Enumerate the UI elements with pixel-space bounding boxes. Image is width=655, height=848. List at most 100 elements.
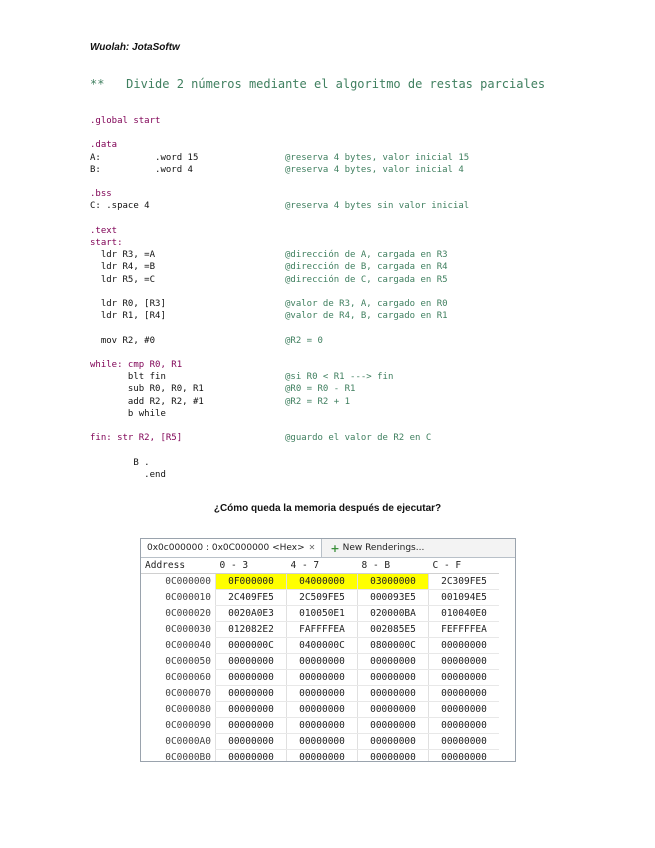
memory-cell[interactable]: 00000000 (286, 701, 358, 718)
memory-cell[interactable]: 0020A0E3 (215, 605, 287, 622)
address-cell: 0C000020 (165, 608, 211, 619)
memory-cell[interactable]: 00000000 (286, 653, 358, 670)
code-comment: @dirección de A, cargada en R3 (285, 250, 448, 261)
plus-icon: + (330, 541, 340, 555)
memory-cell[interactable]: 00000000 (428, 701, 499, 718)
memory-cell[interactable]: 0400000C (286, 637, 358, 654)
memory-cell[interactable]: 0800000C (357, 637, 429, 654)
memory-cell[interactable]: 04000000 (286, 573, 358, 590)
code-instruction: add R2, R2, #1 (90, 396, 204, 407)
memory-cell[interactable]: 00000000 (357, 701, 429, 718)
table-row: 0C000050 00000000 00000000 00000000 00000000 (141, 653, 499, 670)
memory-cell[interactable]: 00000000 (428, 653, 499, 670)
code-instruction: mov R2, #0 (90, 335, 156, 346)
memory-cell[interactable]: 2C409FE5 (215, 589, 287, 606)
memory-cell[interactable]: 00000000 (357, 669, 429, 686)
code-line: sub R0, R0, R1 @R0 = R0 - R1 (90, 383, 356, 395)
memory-cell[interactable]: 00000000 (215, 701, 287, 718)
memory-cell[interactable]: 00000000 (428, 717, 499, 734)
memory-cell[interactable]: 00000000 (428, 637, 499, 654)
code-comment: @dirección de C, cargada en R5 (285, 274, 448, 285)
memory-cell[interactable]: 00000000 (286, 717, 358, 734)
memory-cell[interactable]: 00000000 (428, 749, 499, 761)
memory-cell[interactable]: 0F000000 (215, 573, 287, 590)
code-instruction: A: .word 15 (90, 152, 199, 163)
memory-cell[interactable]: 00000000 (286, 749, 358, 761)
code-comment: @si R0 < R1 ---> fin (285, 372, 394, 383)
memory-cell[interactable]: 00000000 (428, 685, 499, 702)
code-instruction: while: cmp R0, R1 (90, 360, 183, 370)
memory-cell[interactable]: 00000000 (215, 717, 287, 734)
question-text: ¿Cómo queda la memoria después de ejecut… (213, 503, 442, 514)
memory-tab-bar: 0x0c000000 : 0x0C000000 <Hex> ✕ + New Re… (141, 539, 515, 558)
memory-cell[interactable]: FAFFFFEA (286, 621, 358, 638)
memory-cell[interactable]: 00000000 (428, 733, 499, 750)
memory-cell[interactable]: 010050E1 (286, 605, 358, 622)
close-icon[interactable]: ✕ (309, 539, 316, 557)
memory-cell[interactable]: 00000000 (286, 733, 358, 750)
code-line: ldr R0, [R3] @valor de R3, A, cargado en … (90, 298, 448, 310)
code-line: .global start (90, 115, 160, 127)
memory-table: Address 0 - 3 4 - 7 8 - B C - F 0C000000… (141, 558, 499, 761)
memory-cell[interactable]: 00000000 (357, 749, 429, 761)
code-line: .bss (90, 188, 112, 200)
code-comment: @reserva 4 bytes, valor inicial 15 (285, 152, 470, 163)
code-comment: @R2 = R2 + 1 (285, 396, 351, 407)
table-row: 0C000060 00000000 00000000 00000000 00000000 (141, 669, 499, 686)
memory-cell[interactable]: 00000000 (215, 749, 287, 761)
memory-cell[interactable]: 010040E0 (428, 605, 499, 622)
memory-cell[interactable]: 00000000 (286, 669, 358, 686)
column-header: 8 - B (357, 558, 429, 574)
table-row: 0C0000A0 00000000 00000000 00000000 00000000 (141, 733, 499, 750)
code-line: C: .space 4 @reserva 4 bytes sin valor in… (90, 200, 469, 212)
code-instruction: b while (90, 408, 166, 419)
new-renderings-button[interactable]: + New Renderings... (322, 542, 424, 555)
code-line: ldr R4, =B @dirección de B, cargada en R4 (90, 261, 448, 273)
memory-cell[interactable]: 000093E5 (357, 589, 429, 606)
memory-cell[interactable]: 020000BA (357, 605, 429, 622)
memory-view: 0x0c000000 : 0x0C000000 <Hex> ✕ + New Re… (140, 538, 516, 762)
memory-cell[interactable]: 00000000 (428, 669, 499, 686)
code-line: mov R2, #0 @R2 = 0 (90, 335, 323, 347)
memory-rendering-tab[interactable]: 0x0c000000 : 0x0C000000 <Hex> ✕ (141, 539, 323, 557)
code-comment: @R0 = R0 - R1 (285, 384, 356, 395)
memory-cell[interactable]: 00000000 (357, 733, 429, 750)
memory-cell[interactable]: 00000000 (215, 653, 287, 670)
memory-cell[interactable]: 2C309FE5 (428, 573, 499, 590)
memory-cell[interactable]: 00000000 (357, 653, 429, 670)
column-header: 0 - 3 (215, 558, 287, 574)
address-cell: 0C000040 (165, 640, 211, 651)
memory-cell[interactable]: 03000000 (357, 573, 429, 590)
code-line: A: .word 15 @reserva 4 bytes, valor inici… (90, 152, 469, 164)
memory-cell[interactable]: 00000000 (215, 733, 287, 750)
code-instruction: sub R0, R0, R1 (90, 384, 204, 395)
code-line: start: (90, 237, 123, 249)
code-line: B . (90, 457, 149, 469)
address-cell: 0C000030 (165, 624, 211, 635)
code-instruction: fin: str R2, [R5] (90, 433, 183, 444)
code-line: .data (90, 139, 117, 151)
code-comment: @dirección de B, cargada en R4 (285, 262, 448, 273)
memory-cell[interactable]: 001094E5 (428, 589, 499, 606)
code-comment: @guardo el valor de R2 en C (285, 433, 432, 444)
memory-cell[interactable]: 002085E5 (357, 621, 429, 638)
memory-cell[interactable]: 2C509FE5 (286, 589, 358, 606)
memory-cell[interactable]: 012082E2 (215, 621, 287, 638)
memory-cell[interactable]: 00000000 (357, 685, 429, 702)
memory-tab-label: 0x0c000000 : 0x0C000000 <Hex> (147, 543, 305, 553)
memory-cell[interactable]: 00000000 (215, 669, 287, 686)
memory-cell[interactable]: FEFFFFEA (428, 621, 499, 638)
memory-cell[interactable]: 00000000 (357, 717, 429, 734)
address-cell: 0C000010 (165, 592, 211, 603)
code-line: ldr R3, =A @dirección de A, cargada en R3 (90, 249, 448, 261)
memory-cell[interactable]: 00000000 (286, 685, 358, 702)
table-row: 0C000040 0000000C 0400000C 0800000C 00000000 (141, 637, 499, 654)
code-instruction: B: .word 4 (90, 164, 193, 175)
code-comment: @reserva 4 bytes sin valor inicial (285, 201, 470, 212)
code-instruction: ldr R3, =A (90, 250, 156, 261)
address-cell: 0C000080 (165, 704, 211, 715)
memory-cell[interactable]: 00000000 (215, 685, 287, 702)
code-line: B: .word 4 @reserva 4 bytes, valor inicia… (90, 164, 464, 176)
address-cell: 0C000060 (165, 672, 211, 683)
memory-cell[interactable]: 0000000C (215, 637, 287, 654)
